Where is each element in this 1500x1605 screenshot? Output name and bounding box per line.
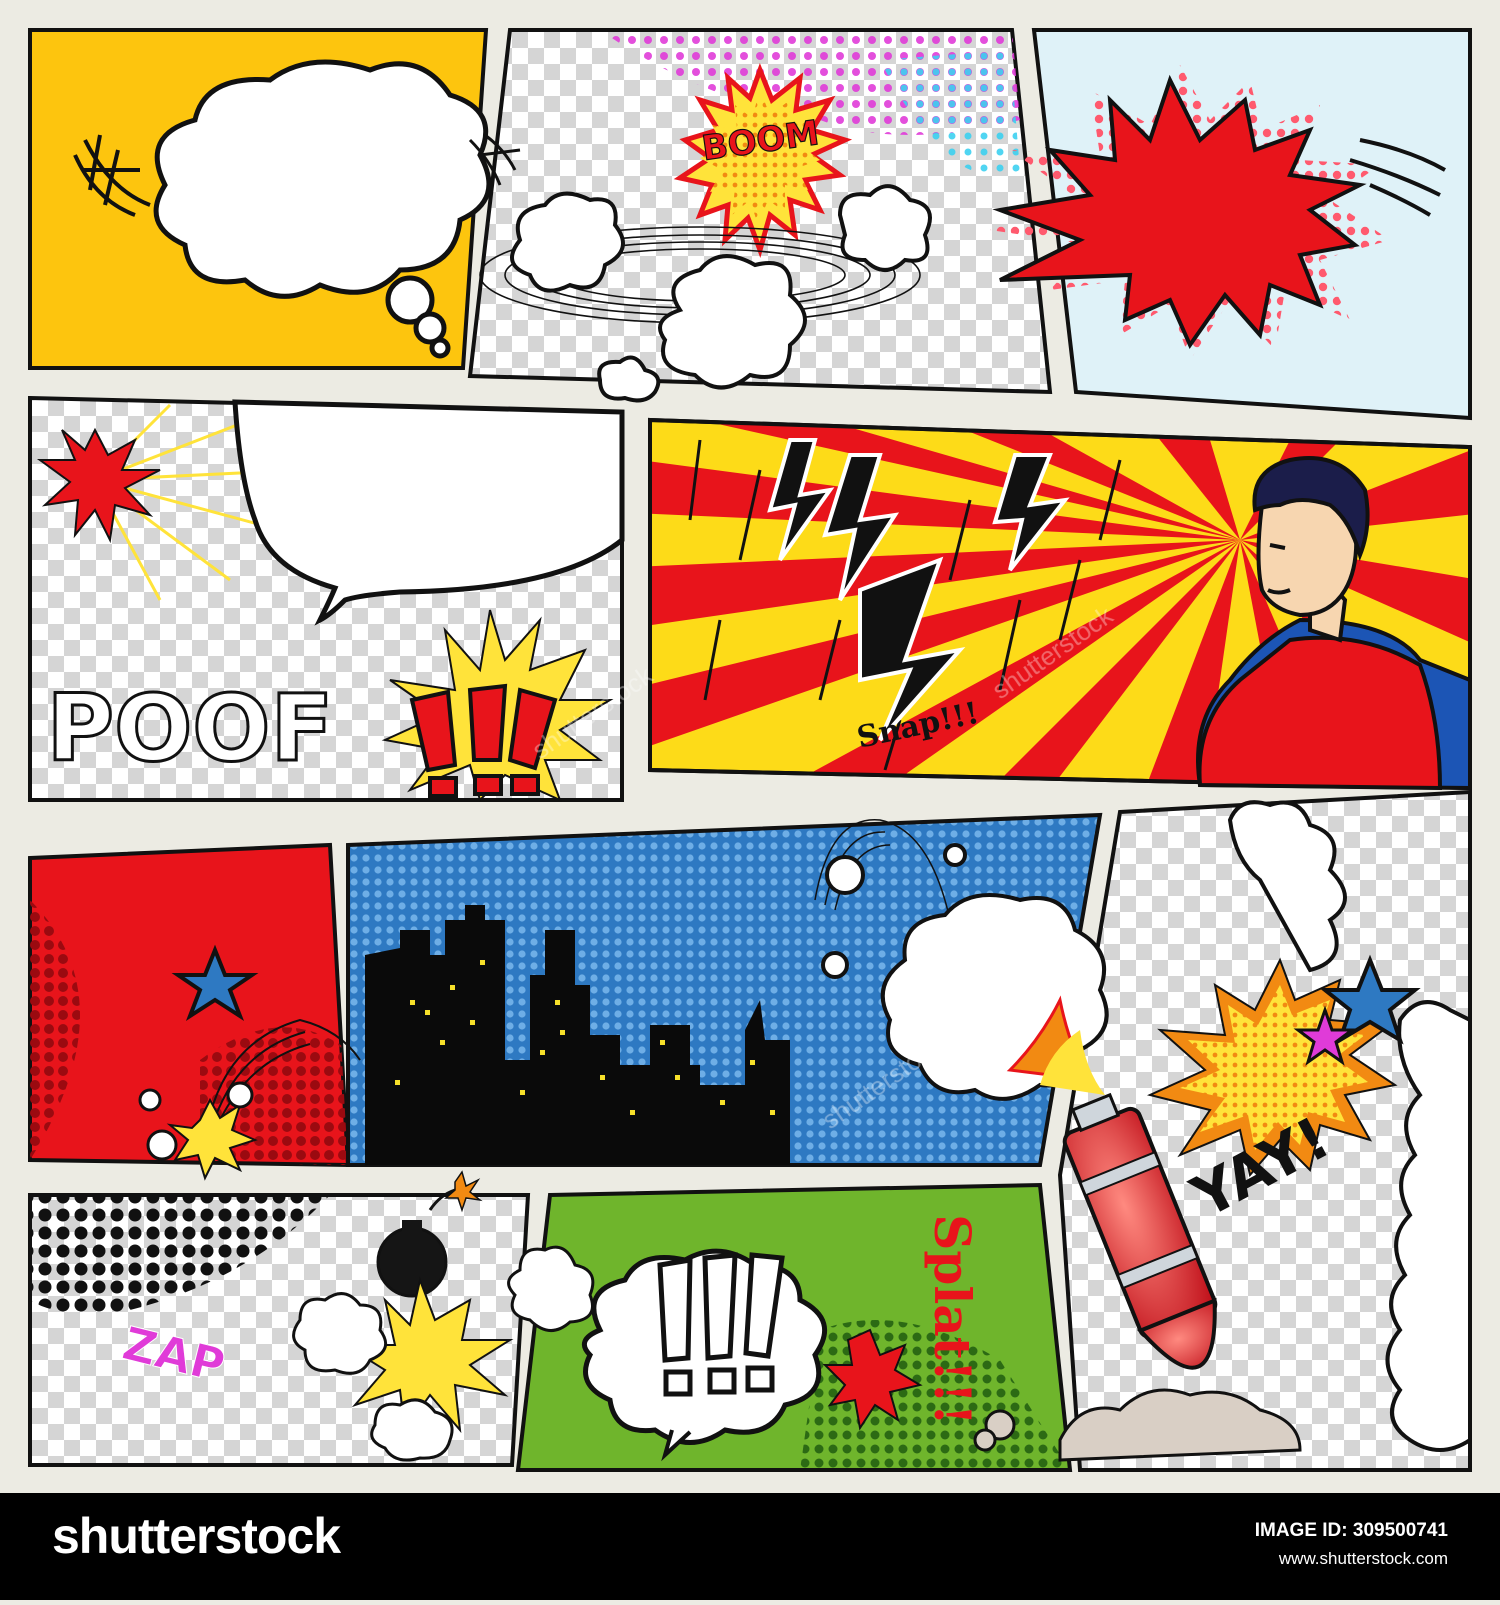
image-id-value: 309500741 [1352, 1520, 1448, 1541]
site-url: www.shutterstock.com [1278, 1549, 1448, 1568]
comic-page: BOOM POOF Snap!!! YAY! ZAP Splat!!! shut… [0, 0, 1500, 1600]
comic-canvas: BOOM POOF Snap!!! YAY! ZAP Splat!!! shut… [28, 28, 1472, 1472]
image-id: IMAGE ID: 309500741 [1255, 1520, 1448, 1542]
exclaim-marks [657, 1252, 785, 1397]
splat-text: Splat!!! [923, 1214, 982, 1425]
poof-text: POOF [47, 675, 334, 782]
image-id-label: IMAGE ID: [1254, 1520, 1348, 1541]
brand-logo: shutterstock [52, 1508, 341, 1564]
